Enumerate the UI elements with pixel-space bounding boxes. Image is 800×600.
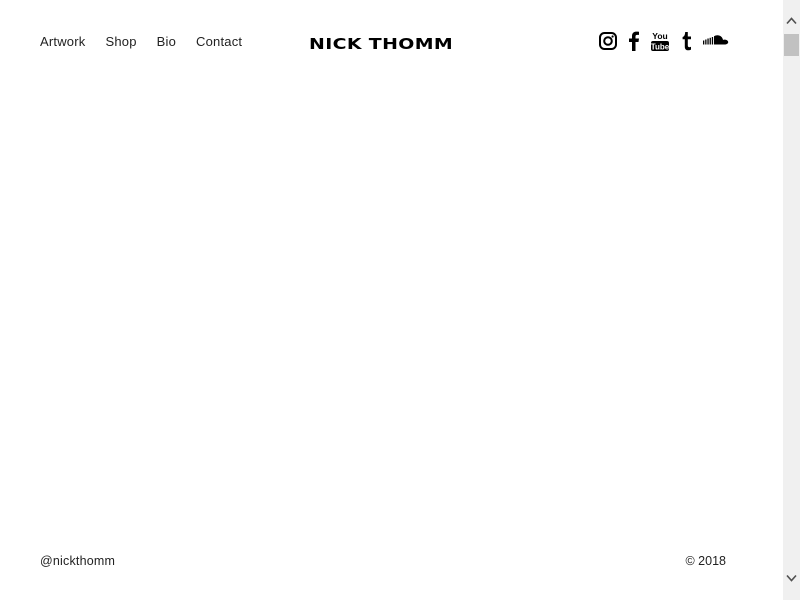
scrollbar-thumb[interactable] [784,34,799,56]
scroll-down-icon[interactable] [783,569,800,586]
youtube-icon-top: You [652,31,667,41]
nav-item-bio[interactable]: Bio [157,34,176,50]
page: Artwork Shop Bio Contact NICK THOMM You … [0,0,783,600]
scroll-up-icon[interactable] [783,12,800,29]
site-logo[interactable]: NICK THOMM [309,34,514,54]
youtube-icon[interactable]: You Tube [650,29,670,53]
facebook-icon[interactable] [628,29,640,53]
vertical-scrollbar[interactable] [783,0,800,600]
nav-item-artwork[interactable]: Artwork [40,34,85,50]
main-nav: Artwork Shop Bio Contact [40,34,262,50]
instagram-icon[interactable] [598,29,618,53]
tumblr-icon[interactable] [680,29,692,53]
nav-item-shop[interactable]: Shop [105,34,136,50]
footer-copyright: © 2018 [685,554,727,568]
nav-item-contact[interactable]: Contact [196,34,242,50]
footer-handle[interactable]: @nickthomm [40,554,115,568]
social-links: You Tube [598,29,730,53]
soundcloud-icon[interactable] [702,29,730,53]
youtube-icon-bottom: Tube [651,42,670,51]
